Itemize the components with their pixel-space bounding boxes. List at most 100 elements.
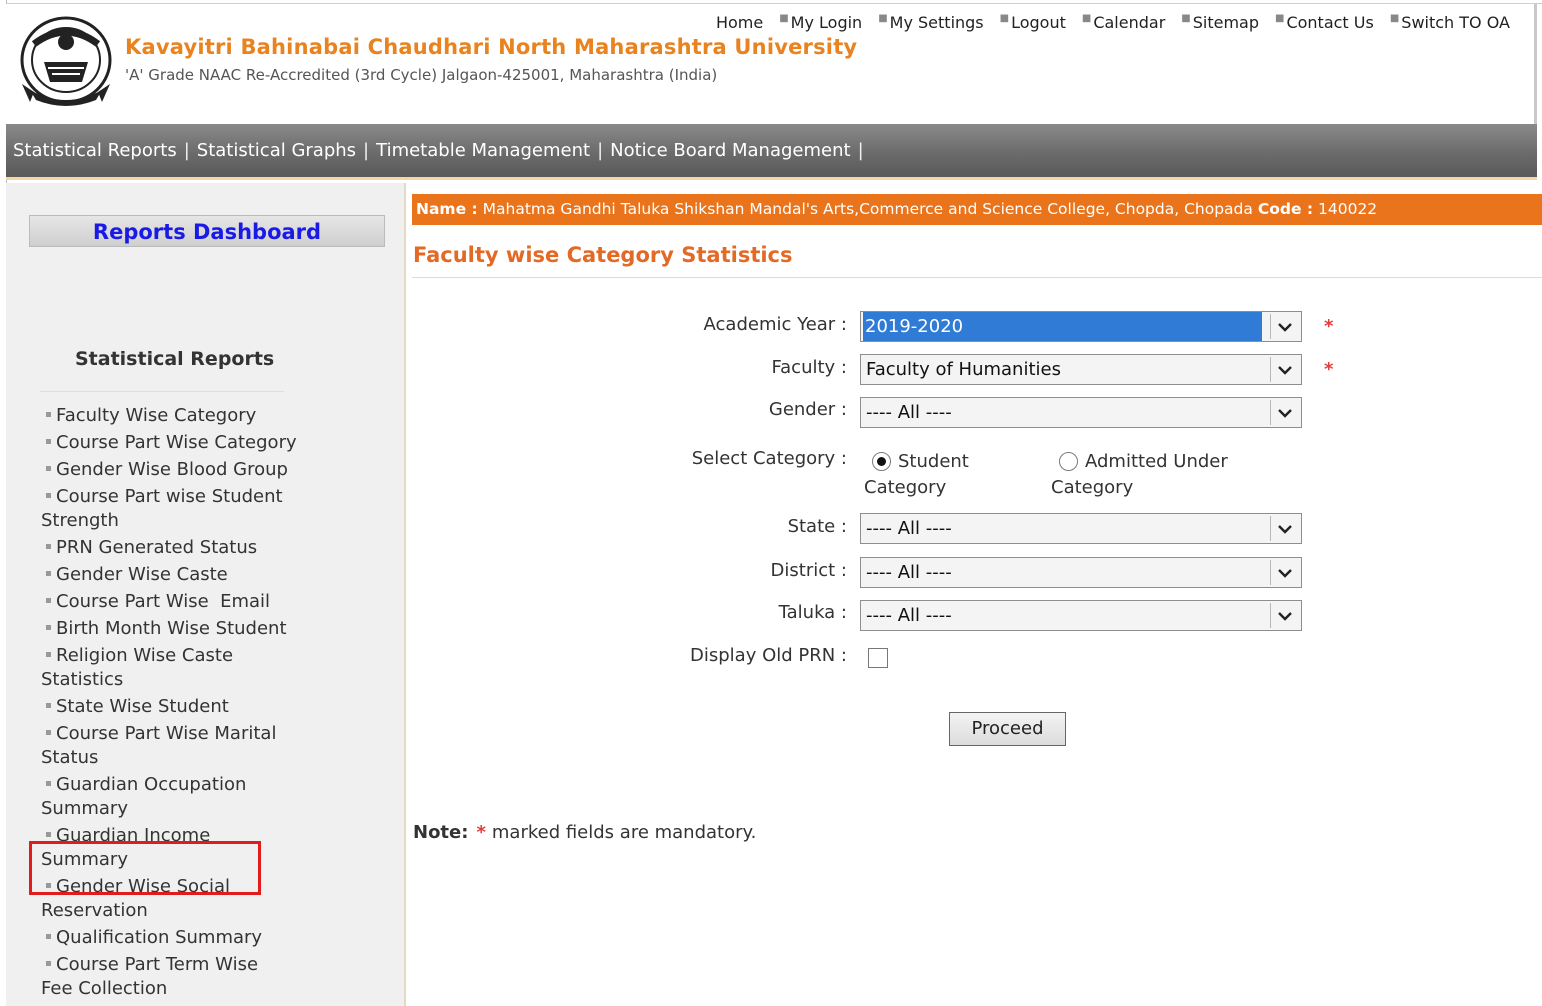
chevron-down-icon[interactable] (1270, 516, 1299, 541)
menu-separator: | (363, 140, 370, 161)
sidebar-item-label: Gender Wise Blood Group (56, 459, 288, 480)
sidebar-item-course-part-wise-marital-status[interactable]: Course Part Wise Marital Status (41, 722, 321, 770)
bullet-icon (46, 625, 51, 630)
sidebar-item-label: Course Part Wise Marital Status (41, 723, 277, 768)
bullet-icon: ■ (1389, 13, 1400, 24)
link-my-login[interactable]: My Login (791, 13, 863, 32)
bullet-icon (46, 832, 51, 837)
link-home[interactable]: Home (716, 13, 763, 32)
sidebar-item-label: Qualification Summary (56, 927, 263, 948)
menu-separator: | (183, 140, 190, 161)
college-name-bar: Name : Mahatma Gandhi Taluka Shikshan Ma… (412, 194, 1542, 225)
bullet-icon (46, 466, 51, 471)
menu-notice-board-management[interactable]: Notice Board Management (610, 140, 850, 161)
bullet-icon (46, 544, 51, 549)
sidebar-item-birth-month-wise-student[interactable]: Birth Month Wise Student (41, 617, 321, 641)
state-value: ---- All ---- (866, 518, 952, 539)
faculty-select[interactable]: Faculty of Humanities (860, 354, 1302, 385)
menu-timetable-management[interactable]: Timetable Management (376, 140, 590, 161)
taluka-select[interactable]: ---- All ---- (860, 600, 1302, 631)
menu-statistical-graphs[interactable]: Statistical Graphs (197, 140, 356, 161)
bullet-icon: ■ (779, 13, 789, 24)
bullet-icon (46, 412, 51, 417)
top-links: Home ■ My Login ■ My Settings ■ Logout ■ Cal… (700, 13, 1510, 32)
bullet-icon: ■ (1181, 13, 1191, 24)
sidebar-item-prn-generated-status[interactable]: PRN Generated Status (41, 536, 321, 560)
bullet-icon (46, 961, 51, 966)
bullet-icon (46, 598, 51, 603)
note-label: Note: (413, 822, 469, 843)
sidebar-item-label: Course Part wise Student Strength (41, 486, 283, 531)
college-name: Mahatma Gandhi Taluka Shikshan Mandal's … (482, 200, 1253, 218)
sidebar-item-label: Course Part Term Wise Fee Collection (41, 954, 259, 999)
sidebar-item-gender-wise-caste[interactable]: Gender Wise Caste (41, 563, 321, 587)
chevron-down-icon[interactable] (1270, 357, 1299, 382)
chevron-down-icon[interactable] (1270, 314, 1299, 339)
link-my-settings[interactable]: My Settings (890, 13, 984, 32)
sidebar-item-label: Faculty Wise Category (56, 405, 257, 426)
sidebar-item-course-part-term-wise-fee-collection[interactable]: Course Part Term Wise Fee Collection (41, 953, 281, 1001)
admitted-under-category-radio[interactable] (1059, 452, 1078, 471)
district-select[interactable]: ---- All ---- (860, 557, 1302, 588)
select-category-label: Select Category : (691, 448, 847, 469)
state-select[interactable]: ---- All ---- (860, 513, 1302, 544)
link-sitemap[interactable]: Sitemap (1193, 13, 1259, 32)
page-title: Faculty wise Category Statistics (413, 243, 793, 267)
sidebar-item-gender-wise-blood-group[interactable]: Gender Wise Blood Group (41, 458, 321, 482)
divider (412, 277, 1542, 278)
bullet-icon (46, 571, 51, 576)
chevron-down-icon[interactable] (1270, 603, 1299, 628)
gender-label: Gender : (768, 399, 847, 420)
note-text: marked fields are mandatory. (491, 822, 757, 843)
sidebar-item-religion-wise-caste-statistics[interactable]: Religion Wise Caste Statistics (41, 644, 321, 692)
bullet-icon: ■ (1081, 13, 1092, 24)
bullet-icon (46, 493, 51, 498)
code-label: Code : (1257, 200, 1314, 218)
reports-dashboard-button[interactable]: Reports Dashboard (29, 215, 385, 247)
district-value: ---- All ---- (866, 562, 952, 583)
menu-statistical-reports[interactable]: Statistical Reports (13, 140, 177, 161)
taluka-value: ---- All ---- (866, 605, 952, 626)
reports-list: Faculty Wise Category Course Part Wise C… (41, 404, 321, 1004)
academic-year-select[interactable]: 2019-2020 (860, 311, 1302, 342)
university-subtitle: 'A' Grade NAAC Re-Accredited (3rd Cycle)… (125, 66, 718, 84)
bullet-icon (46, 652, 51, 657)
faculty-value: Faculty of Humanities (866, 359, 1061, 380)
link-contact-us[interactable]: Contact Us (1286, 13, 1373, 32)
academic-year-label: Academic Year : (703, 314, 847, 335)
faculty-label: Faculty : (771, 357, 847, 378)
mandatory-note: Note: * marked fields are mandatory. (413, 822, 756, 843)
district-label: District : (770, 560, 847, 581)
sidebar-item-course-part-wise-email[interactable]: Course Part Wise Email (41, 590, 321, 614)
gender-value: ---- All ---- (866, 402, 952, 423)
sidebar-item-label: Course Part Wise Email (56, 591, 271, 612)
sidebar-item-course-part-wise-category[interactable]: Course Part Wise Category (41, 431, 321, 455)
sidebar-item-qualification-summary[interactable]: Qualification Summary (41, 926, 321, 950)
sidebar-item-faculty-wise-category[interactable]: Faculty Wise Category (41, 404, 321, 428)
name-label: Name : (416, 200, 478, 218)
bullet-icon: ■ (1275, 13, 1285, 24)
gender-select[interactable]: ---- All ---- (860, 397, 1302, 428)
sidebar-item-label: State Wise Student (56, 696, 229, 717)
display-old-prn-label: Display Old PRN : (690, 645, 847, 666)
sidebar-item-label: Gender Wise Caste (56, 564, 228, 585)
sidebar-item-guardian-occupation-summary[interactable]: Guardian Occupation Summary (41, 773, 321, 821)
student-category-radio[interactable] (872, 452, 891, 471)
admitted-category-text-2: Category (1051, 477, 1134, 498)
statistical-reports-heading: Statistical Reports (75, 348, 275, 370)
display-old-prn-checkbox[interactable] (868, 648, 888, 668)
required-marker: * (1324, 359, 1334, 380)
university-seal-icon[interactable] (16, 12, 116, 110)
chevron-down-icon[interactable] (1270, 400, 1299, 425)
proceed-button[interactable]: Proceed (949, 712, 1066, 746)
bullet-icon: ■ (878, 13, 888, 24)
sidebar-item-course-part-wise-student-strength[interactable]: Course Part wise Student Strength (41, 485, 321, 533)
state-label: State : (787, 516, 847, 537)
sidebar-item-label: Religion Wise Caste Statistics (41, 645, 234, 690)
bullet-icon: ■ (999, 13, 1010, 24)
chevron-down-icon[interactable] (1270, 560, 1299, 585)
link-calendar[interactable]: Calendar (1093, 13, 1165, 32)
link-switch-to-oa[interactable]: Switch TO OA (1401, 13, 1510, 32)
sidebar-item-state-wise-student[interactable]: State Wise Student (41, 695, 321, 719)
link-logout[interactable]: Logout (1011, 13, 1066, 32)
